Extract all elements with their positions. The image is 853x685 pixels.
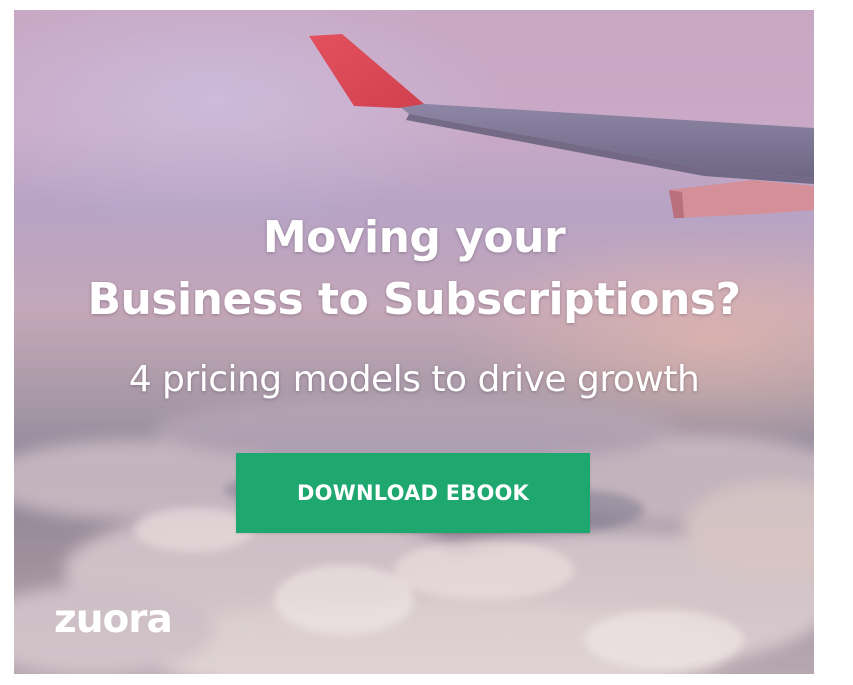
download-ebook-button[interactable]: DOWNLOAD EBOOK [236,453,590,533]
headline-line-1: Moving your [262,212,566,263]
headline-line-2: Business to Subscriptions? [87,274,741,325]
subheadline: 4 pricing models to drive growth [128,359,700,400]
zuora-logo[interactable]: zuora [54,598,173,642]
ebook-ad-banner[interactable]: Moving your Business to Subscriptions? 4… [14,10,814,674]
